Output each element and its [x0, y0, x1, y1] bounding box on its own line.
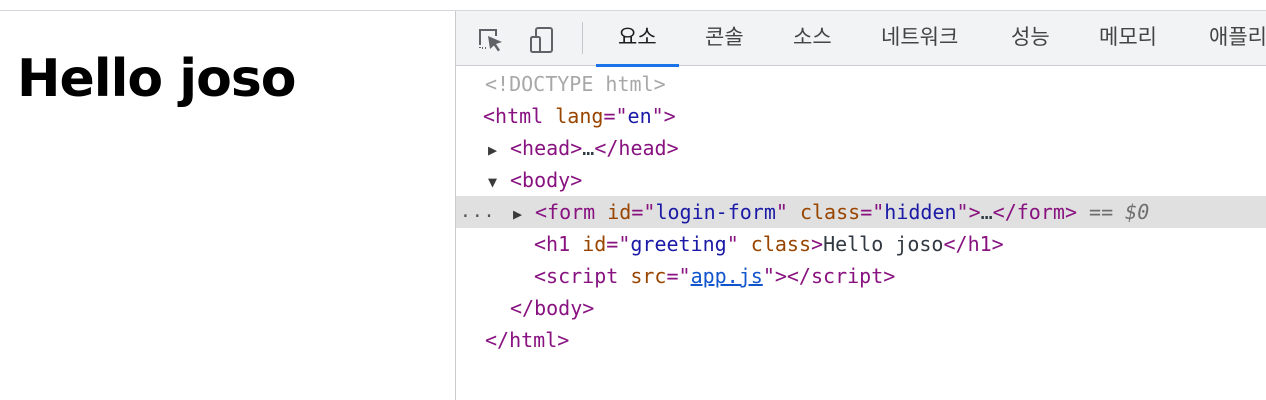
- collapse-triangle-icon[interactable]: ▼: [488, 166, 510, 198]
- doctype-text: <!DOCTYPE html>: [485, 72, 666, 96]
- form-collapsed-ellipsis[interactable]: …: [981, 200, 993, 224]
- tab-performance[interactable]: 성능: [1011, 11, 1050, 66]
- dom-node-doctype[interactable]: <!DOCTYPE html>: [456, 68, 1266, 100]
- h1-text-content: Hello joso: [823, 232, 944, 256]
- dom-node-html[interactable]: <html lang="en">: [456, 100, 1266, 132]
- tab-sources[interactable]: 소스: [793, 11, 832, 66]
- inspect-element-icon[interactable]: [476, 25, 506, 55]
- h1-id-attr-name: id: [582, 232, 607, 256]
- dom-node-body-close[interactable]: </body>: [456, 292, 1266, 324]
- form-class-attr-value: hidden: [884, 200, 957, 224]
- dom-node-body[interactable]: ▼ <body>: [456, 164, 1266, 196]
- head-collapsed-ellipsis[interactable]: …: [582, 136, 594, 160]
- dom-node-script[interactable]: <script src="app.js"></script>: [456, 260, 1266, 292]
- dom-node-html-close[interactable]: </html>: [456, 324, 1266, 356]
- devtools-panel: 요소 콘솔 소스 네트워크 성능 메모리 애플리 <!DOCTYPE html>…: [455, 11, 1266, 400]
- head-close-tag-name: head: [618, 136, 667, 160]
- script-src-link[interactable]: app.js: [691, 264, 763, 288]
- expand-triangle-icon[interactable]: ▶: [513, 198, 535, 230]
- dom-node-head[interactable]: ▶ <head>…</head>: [456, 132, 1266, 164]
- form-id-attr-name: id: [607, 200, 632, 224]
- device-toolbar-icon[interactable]: [528, 25, 558, 55]
- form-id-attr-value: login-form: [655, 200, 776, 224]
- body-close-tag-name: body: [534, 296, 583, 320]
- h1-id-attr-value: greeting: [630, 232, 727, 256]
- form-close-tag-name: form: [1016, 200, 1065, 224]
- h1-close-tag-name: h1: [967, 232, 992, 256]
- html-tag-name: html: [495, 104, 544, 128]
- greeting-heading: Hello joso: [17, 49, 296, 109]
- body-tag-name: body: [522, 168, 571, 192]
- selected-node-eq: ==: [1089, 200, 1114, 224]
- tab-network[interactable]: 네트워크: [881, 11, 958, 66]
- selected-node-ref: $0: [1125, 200, 1150, 224]
- h1-tag-name: h1: [546, 232, 571, 256]
- expand-triangle-icon[interactable]: ▶: [488, 134, 510, 166]
- dom-tree: <!DOCTYPE html> <html lang="en"> ▶ <head>…: [456, 66, 1266, 400]
- html-close-tag-name: html: [509, 328, 558, 352]
- form-tag-name: form: [547, 200, 596, 224]
- dom-node-h1[interactable]: <h1 id="greeting" class>Hello joso</h1>: [456, 228, 1266, 260]
- head-tag-name: head: [522, 136, 571, 160]
- page-viewport: Hello joso: [0, 11, 455, 400]
- h1-class-attr-name: class: [750, 232, 812, 256]
- tab-memory[interactable]: 메모리: [1099, 11, 1157, 66]
- form-class-attr-name: class: [799, 200, 861, 224]
- dom-node-form-selected[interactable]: ... ▶ <form id="login-form" class="hidden…: [456, 196, 1266, 228]
- tab-elements[interactable]: 요소: [596, 11, 679, 67]
- script-tag-name: script: [546, 264, 619, 288]
- script-close-tag-name: script: [810, 264, 884, 288]
- lang-attr-value: en: [627, 104, 652, 128]
- tab-application[interactable]: 애플리: [1209, 11, 1266, 66]
- tab-console[interactable]: 콘솔: [705, 11, 744, 66]
- script-src-attr-name: src: [630, 264, 667, 288]
- devtools-toolbar: 요소 콘솔 소스 네트워크 성능 메모리 애플리: [456, 11, 1266, 67]
- lang-attr-name: lang: [555, 104, 604, 128]
- toolbar-separator: [582, 22, 583, 54]
- window-top-border: [0, 0, 1266, 11]
- row-actions-dots[interactable]: ...: [460, 196, 496, 228]
